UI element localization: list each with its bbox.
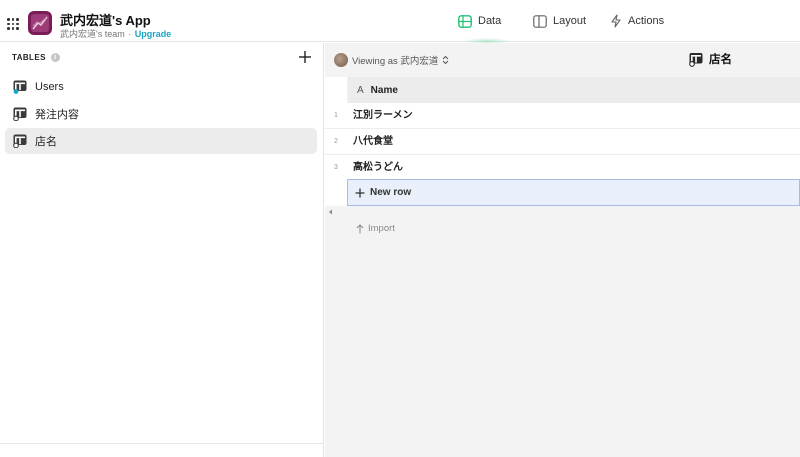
chevron-updown-icon [443, 55, 449, 65]
info-icon[interactable]: i [50, 53, 60, 62]
avatar [334, 53, 348, 67]
app-subtitle: 武内宏道's team · Upgrade [60, 27, 171, 40]
tab-layout-label: Layout [553, 15, 587, 27]
app-icon[interactable] [28, 11, 52, 35]
users-table-icon [13, 80, 27, 94]
table-row[interactable]: 3 高松うどん [325, 155, 800, 181]
table-title-label: 店名 [709, 54, 732, 66]
sidebar-item-users[interactable]: Users [5, 74, 317, 100]
add-table-icon[interactable] [297, 49, 313, 65]
row-number: 3 [334, 164, 338, 171]
team-name: 武内宏道's team [60, 29, 125, 39]
scroll-left-icon[interactable] [328, 209, 333, 215]
name-cell[interactable]: 八代食堂 [353, 129, 393, 155]
table-icon [458, 14, 472, 28]
sidebar: TABLES i Users 発注内容 店名 [0, 43, 324, 457]
new-row-button[interactable]: New row [347, 179, 800, 206]
tab-data[interactable]: Data [458, 0, 501, 42]
tab-data-label: Data [478, 15, 502, 27]
tab-layout[interactable]: Layout [533, 0, 586, 42]
sidebar-divider [0, 443, 324, 444]
sidebar-item-order-details[interactable]: 発注内容 [5, 101, 317, 127]
tables-header-label: TABLES [12, 53, 46, 62]
column-header-label: Name [370, 84, 398, 96]
tab-actions-label: Actions [628, 15, 665, 27]
plus-icon [355, 188, 365, 197]
name-cell[interactable]: 高松うどん [353, 155, 403, 181]
sidebar-item-label: Users [35, 81, 64, 93]
arrow-up-icon [356, 223, 364, 233]
upgrade-link[interactable]: Upgrade [135, 29, 172, 39]
top-bar: 武内宏道's App 武内宏道's team · Upgrade Data La… [0, 0, 800, 44]
text-type-icon: A [357, 84, 364, 96]
row-number: 2 [334, 138, 338, 145]
tab-actions[interactable]: Actions [610, 0, 664, 42]
new-row-gutter [325, 179, 347, 206]
import-button[interactable]: Import [356, 223, 395, 234]
sub-toolbar: Viewing as 武内宏道 店名 [325, 43, 800, 77]
table-icon [689, 52, 703, 67]
viewing-as-selector[interactable]: Viewing as 武内宏道 [334, 53, 449, 67]
separator: · [128, 29, 132, 39]
import-label: Import [368, 223, 395, 234]
tables-header: TABLES i [12, 53, 60, 62]
new-row-label: New row [370, 187, 412, 198]
layout-icon [533, 14, 547, 28]
main-panel: Viewing as 武内宏道 店名 A Name 1 江別ラーメン 2 八代食… [325, 43, 800, 457]
apps-grid-icon[interactable] [7, 18, 19, 30]
table-icon [13, 107, 27, 121]
bolt-icon [611, 14, 621, 28]
sidebar-item-label: 発注内容 [35, 109, 79, 121]
viewing-as-label: Viewing as 武内宏道 [352, 56, 439, 67]
sidebar-item-store-name[interactable]: 店名 [5, 128, 317, 154]
table-row[interactable]: 2 八代食堂 [325, 129, 800, 155]
row-number: 1 [334, 112, 338, 119]
table-icon [13, 134, 27, 148]
column-header-name[interactable]: A Name [348, 77, 800, 103]
table-row[interactable]: 1 江別ラーメン [325, 103, 800, 129]
name-cell[interactable]: 江別ラーメン [353, 103, 413, 129]
sidebar-item-label: 店名 [35, 136, 57, 148]
table-title: 店名 [689, 51, 732, 67]
